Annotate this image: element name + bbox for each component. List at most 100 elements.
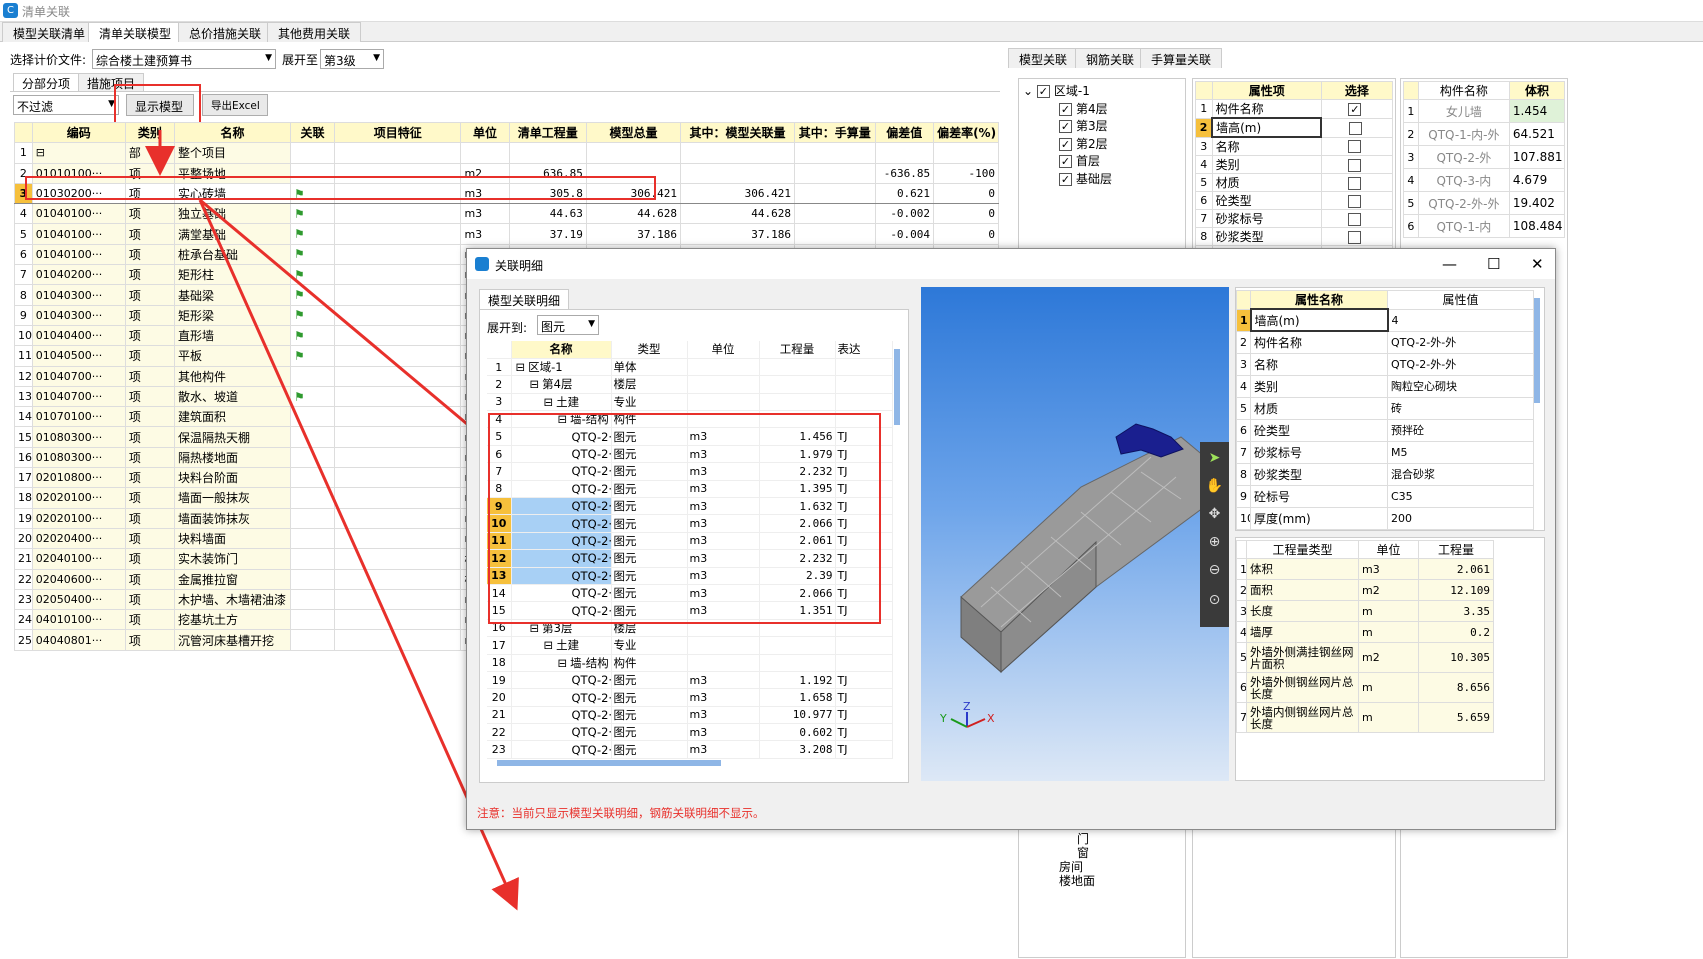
type-cell[interactable]: 项 (124, 324, 175, 347)
feature-cell[interactable] (333, 446, 462, 469)
checkbox[interactable]: ✓ (1059, 155, 1072, 168)
collapse-icon[interactable]: ⊟ (516, 360, 526, 374)
code-cell[interactable]: 01080300··· (31, 426, 126, 448)
volume-cell[interactable]: 4.679 (1508, 168, 1566, 192)
prop-value-cell[interactable]: QTQ-2-外-外 (1387, 352, 1534, 376)
feature-cell[interactable] (333, 284, 462, 306)
model-total-cell[interactable]: 44.628 (585, 203, 682, 225)
deviation-rate-cell[interactable]: 0 (933, 223, 999, 245)
name-cell[interactable]: QTQ-2··· (511, 740, 612, 759)
component-name-cell[interactable]: QTQ-3-内 (1417, 168, 1510, 192)
component-name-cell[interactable]: QTQ-2-外 (1417, 145, 1510, 169)
pricing-file-select[interactable]: 综合楼土建预算书 ▼ (92, 49, 276, 69)
component-name-cell[interactable]: QTQ-1-内 (1417, 214, 1510, 238)
prop-name-cell[interactable]: 类别 (1250, 374, 1388, 398)
table-row[interactable]: 3 ⊟ 土建 专业 (487, 393, 893, 412)
type-cell[interactable]: 图元 (611, 671, 688, 690)
type-cell[interactable]: 单体 (611, 358, 688, 377)
tab-model-link[interactable]: 模型关联 (1008, 48, 1079, 68)
pointer-icon[interactable]: ➤ (1200, 450, 1229, 466)
tree-floor-base[interactable]: ✓ 基础层 (1059, 170, 1112, 187)
vertical-scrollbar[interactable] (894, 349, 900, 425)
list-item[interactable]: 8 砂浆类型 (1195, 227, 1394, 246)
deviation-cell[interactable]: -0.004 (874, 223, 935, 245)
name-cell[interactable]: 满堂基础 (173, 223, 292, 245)
qty-type-cell[interactable]: 体积 (1246, 558, 1359, 580)
checkbox[interactable] (1348, 176, 1362, 190)
table-row[interactable]: 3 长度 m 3.35 (1236, 600, 1494, 622)
table-row[interactable]: 4 类别 陶粒空心砌块 (1236, 374, 1534, 398)
type-cell[interactable]: 项 (124, 568, 175, 590)
tree-floor-1[interactable]: ✓ 首层 (1059, 152, 1100, 169)
checkbox[interactable]: ✓ (1059, 173, 1072, 186)
link-flag-icon[interactable] (290, 365, 335, 387)
table-row[interactable]: 1 体积 m3 2.061 (1236, 558, 1494, 580)
link-flag-icon[interactable] (290, 588, 335, 611)
type-cell[interactable]: 项 (124, 385, 175, 408)
collapse-icon[interactable]: ⊟ (36, 146, 45, 159)
collapse-icon[interactable]: ⊟ (544, 395, 554, 409)
name-cell[interactable]: 块料台阶面 (173, 467, 292, 489)
tab-other-fees[interactable]: 其他费用关联 (267, 22, 362, 42)
checkbox[interactable]: ✓ (1059, 138, 1072, 151)
volume-cell[interactable]: 1.454 (1508, 99, 1566, 123)
col-header[interactable]: 类型 (611, 341, 688, 359)
type-cell[interactable]: 项 (124, 243, 175, 266)
col-header[interactable]: 单位 (460, 121, 510, 144)
attr-name-cell[interactable]: 材质 (1211, 173, 1322, 192)
col-header[interactable]: 单位 (687, 341, 760, 359)
feature-cell[interactable] (333, 304, 462, 326)
type-cell[interactable]: 专业 (611, 393, 688, 412)
code-cell[interactable]: 02010800··· (31, 467, 126, 489)
qty-unit-cell[interactable]: m (1358, 621, 1419, 643)
unit-cell[interactable] (687, 636, 760, 655)
bill-qty-cell[interactable]: 37.19 (508, 223, 587, 245)
table-row[interactable]: 4 墙厚 m 0.2 (1236, 621, 1494, 643)
qty-value-cell[interactable]: 12.109 (1418, 579, 1494, 601)
name-cell[interactable]: 挖基坑土方 (173, 609, 292, 631)
code-cell[interactable]: 02050400··· (31, 588, 126, 611)
feature-cell[interactable] (333, 527, 462, 550)
name-cell[interactable]: 实木装饰门 (173, 548, 292, 570)
zoom-fit-icon[interactable]: ⊙ (1200, 592, 1229, 608)
attr-select-cell[interactable] (1320, 117, 1394, 138)
attr-select-cell[interactable] (1320, 209, 1394, 228)
link-flag-icon[interactable] (290, 507, 335, 529)
type-cell[interactable]: 项 (124, 406, 175, 428)
qty-value-cell[interactable]: 0.2 (1418, 621, 1494, 643)
link-flag-icon[interactable]: ⚑ (290, 264, 335, 286)
link-flag-icon[interactable] (290, 406, 335, 428)
feature-cell[interactable] (333, 142, 462, 164)
component-name-cell[interactable]: QTQ-1-内-外 (1417, 122, 1510, 146)
model-total-cell[interactable]: 37.186 (585, 223, 682, 245)
name-cell[interactable]: 直形墙 (173, 324, 292, 347)
expression-cell[interactable]: TJ (835, 740, 893, 759)
attr-select-cell[interactable] (1320, 136, 1394, 156)
collapse-icon[interactable]: ⊟ (558, 656, 568, 670)
table-row[interactable]: 3 名称 QTQ-2-外-外 (1236, 352, 1534, 376)
checkbox[interactable]: ✓ (1059, 103, 1072, 116)
prop-value-cell[interactable]: 4 (1387, 308, 1534, 332)
type-cell[interactable]: 项 (124, 203, 175, 225)
prop-name-cell[interactable]: 构件名称 (1250, 330, 1388, 354)
qty-unit-cell[interactable]: m2 (1358, 642, 1419, 673)
hand-calc-cell[interactable] (794, 203, 876, 225)
link-flag-icon[interactable] (290, 568, 335, 590)
volume-cell[interactable]: 64.521 (1508, 122, 1566, 146)
type-cell[interactable]: 项 (124, 487, 175, 509)
checkbox[interactable]: ✓ (1348, 102, 1362, 116)
link-flag-icon[interactable]: ⚑ (290, 223, 335, 245)
type-cell[interactable]: 专业 (611, 636, 688, 655)
qty-unit-cell[interactable]: m (1358, 600, 1419, 622)
type-cell[interactable]: 构件 (611, 654, 688, 672)
deviation-cell[interactable]: 0.621 (874, 182, 935, 205)
unit-cell[interactable]: m3 (460, 203, 510, 225)
attr-select-cell[interactable] (1320, 227, 1394, 246)
name-cell[interactable]: ⊟ 土建 (511, 636, 612, 655)
zoom-in-icon[interactable]: ⊕ (1200, 534, 1229, 550)
quantity-cell[interactable] (759, 375, 836, 394)
name-cell[interactable]: ⊟ 土建 (511, 393, 612, 412)
code-cell[interactable]: 01040700··· (31, 385, 126, 408)
type-cell[interactable]: 部 (124, 142, 175, 164)
qty-type-cell[interactable]: 外墙外侧满挂钢丝网片面积 (1246, 642, 1359, 673)
